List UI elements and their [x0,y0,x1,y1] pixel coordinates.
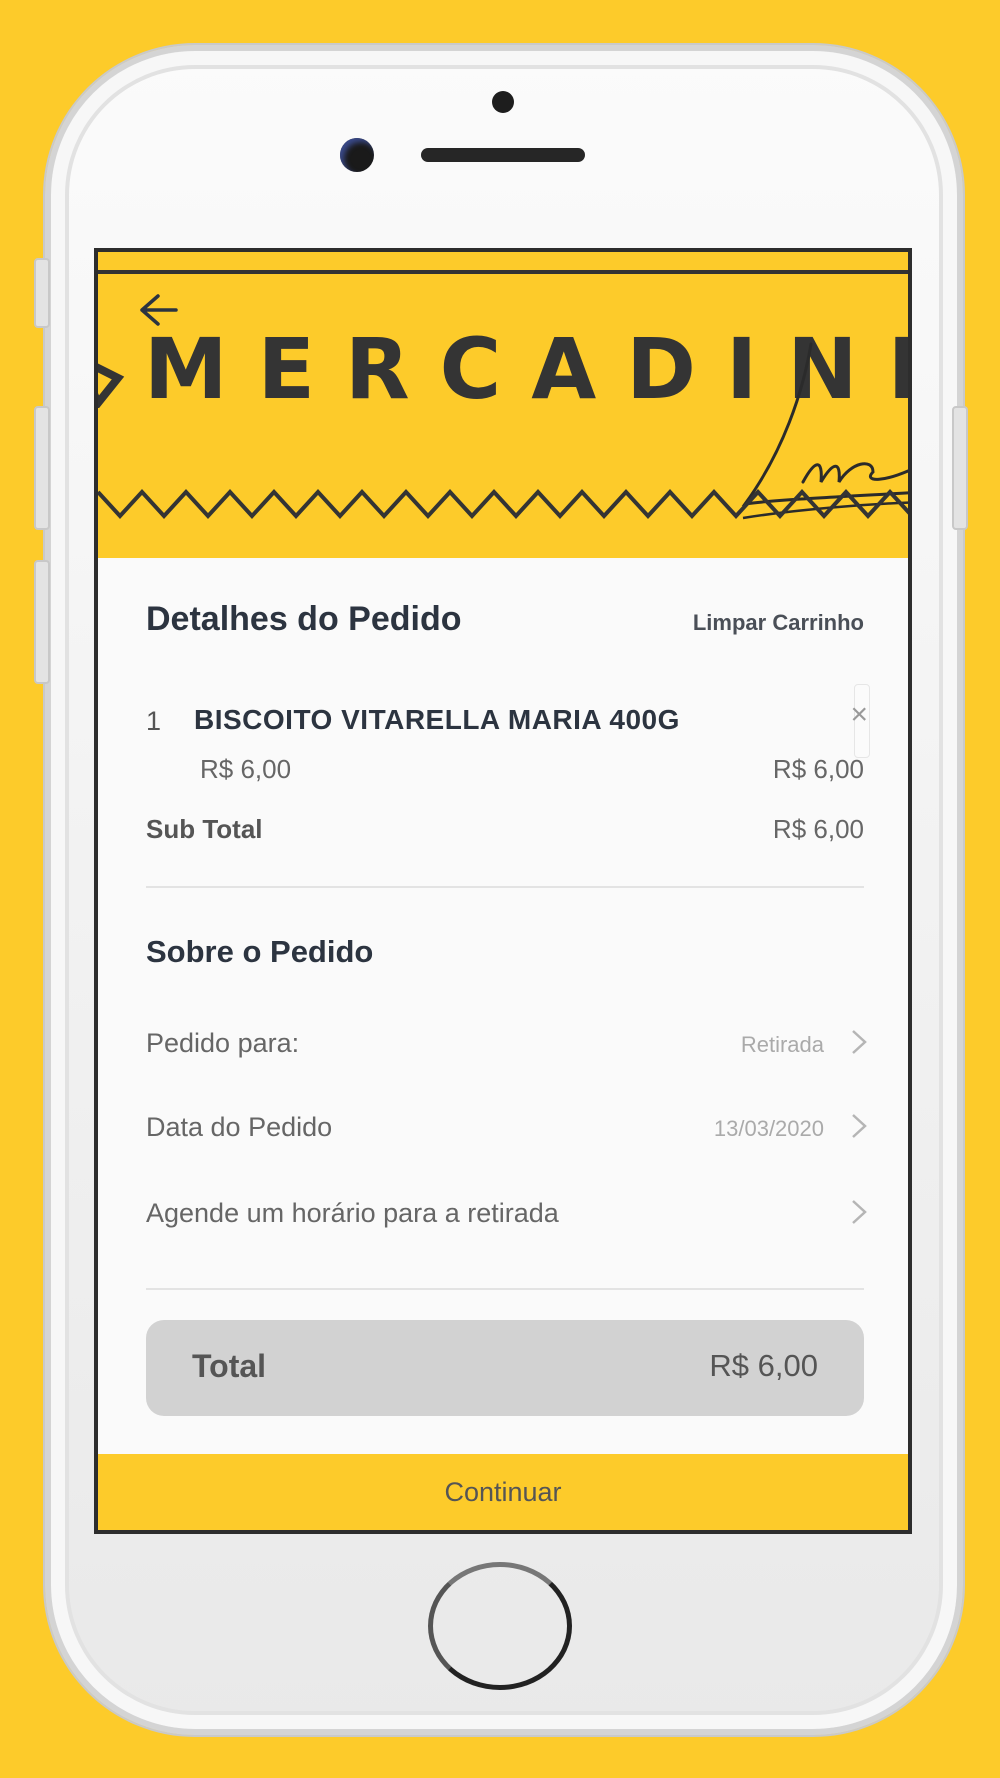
clear-cart-button[interactable]: Limpar Carrinho [693,610,864,636]
option-label: Pedido para: [146,1028,300,1058]
app-screen: MERCADINH Detalhes do Pedido Limpar Carr… [94,248,912,1534]
power-button [952,406,968,530]
item-unit-price: R$ 6,00 [200,754,292,784]
proximity-sensor [492,91,514,113]
total-label: Total [192,1348,267,1384]
subtotal-label: Sub Total [146,814,263,844]
volume-down-button [34,560,50,684]
total-value: R$ 6,00 [709,1348,818,1383]
option-label: Agende um horário para a retirada [146,1198,559,1228]
remove-item-icon[interactable]: × [850,698,868,732]
logo-mark-icon [98,363,125,408]
mute-switch [34,258,50,328]
item-quantity: 1 [146,706,162,736]
divider [146,1288,864,1290]
header-top-line [98,270,908,274]
continue-button[interactable]: Continuar [98,1454,908,1530]
volume-up-button [34,406,50,530]
total-summary: Total R$ 6,00 [146,1320,864,1416]
subtotal-value: R$ 6,00 [772,814,864,844]
chevron-right-icon [852,1030,867,1054]
chevron-right-icon [852,1114,867,1138]
section-title: Sobre o Pedido [146,934,374,969]
app-header: MERCADINH [98,252,908,558]
earpiece-speaker [421,148,585,162]
page-title: Detalhes do Pedido [146,600,462,638]
divider [146,886,864,888]
front-camera [340,138,374,172]
option-label: Data do Pedido [146,1112,333,1142]
item-line-total: R$ 6,00 [772,754,864,784]
item-name: BISCOITO VITARELLA MARIA 400G [194,704,680,735]
chevron-right-icon [852,1200,867,1224]
option-value: 13/03/2020 [713,1116,824,1141]
zigzag-divider [98,489,908,519]
option-value: Retirada [740,1032,824,1057]
home-button[interactable] [428,1562,572,1690]
